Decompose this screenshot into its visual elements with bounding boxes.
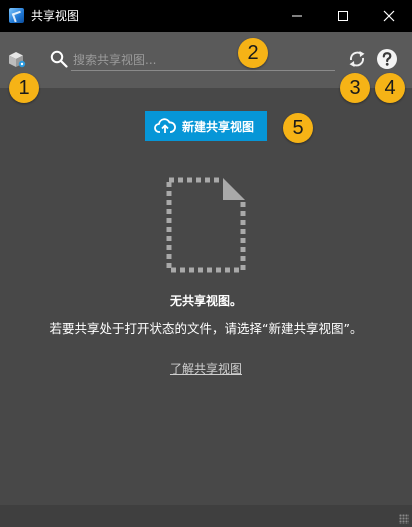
minimize-button[interactable] bbox=[274, 0, 320, 32]
status-bar bbox=[0, 505, 412, 527]
cube-icon[interactable] bbox=[7, 50, 27, 74]
learn-shared-views-link[interactable]: 了解共享视图 bbox=[170, 362, 242, 376]
close-button[interactable] bbox=[366, 0, 412, 32]
callout-badge-3: 3 bbox=[340, 73, 370, 103]
shared-views-window: 共享视图 搜索共享视图... 1 2 3 4 新建共享视图 5 无共享视图。 若… bbox=[0, 0, 412, 527]
minimize-icon bbox=[292, 15, 302, 17]
search-icon bbox=[50, 50, 68, 72]
close-icon bbox=[383, 10, 395, 22]
empty-document-icon bbox=[166, 177, 246, 277]
empty-state-title: 无共享视图。 bbox=[169, 294, 242, 308]
empty-state-description: 若要共享处于打开状态的文件，请选择“新建共享视图”。 bbox=[49, 321, 363, 336]
create-button-label: 新建共享视图 bbox=[182, 119, 255, 134]
create-shared-view-button[interactable]: 新建共享视图 bbox=[145, 111, 267, 141]
cloud-upload-icon bbox=[154, 118, 176, 133]
search-input[interactable] bbox=[71, 49, 335, 71]
refresh-icon[interactable] bbox=[346, 48, 368, 74]
window-title: 共享视图 bbox=[31, 9, 80, 23]
maximize-button[interactable] bbox=[320, 0, 366, 32]
maximize-icon bbox=[338, 11, 348, 21]
help-icon[interactable] bbox=[376, 48, 398, 74]
callout-badge-5: 5 bbox=[283, 113, 313, 143]
app-logo-icon bbox=[9, 8, 24, 23]
callout-badge-2: 2 bbox=[238, 38, 268, 68]
learn-more-container: 了解共享视图 bbox=[0, 360, 412, 377]
callout-badge-4: 4 bbox=[375, 73, 405, 103]
callout-badge-1: 1 bbox=[9, 73, 39, 103]
title-bar: 共享视图 bbox=[0, 0, 412, 32]
resize-grip-icon[interactable] bbox=[399, 514, 409, 524]
